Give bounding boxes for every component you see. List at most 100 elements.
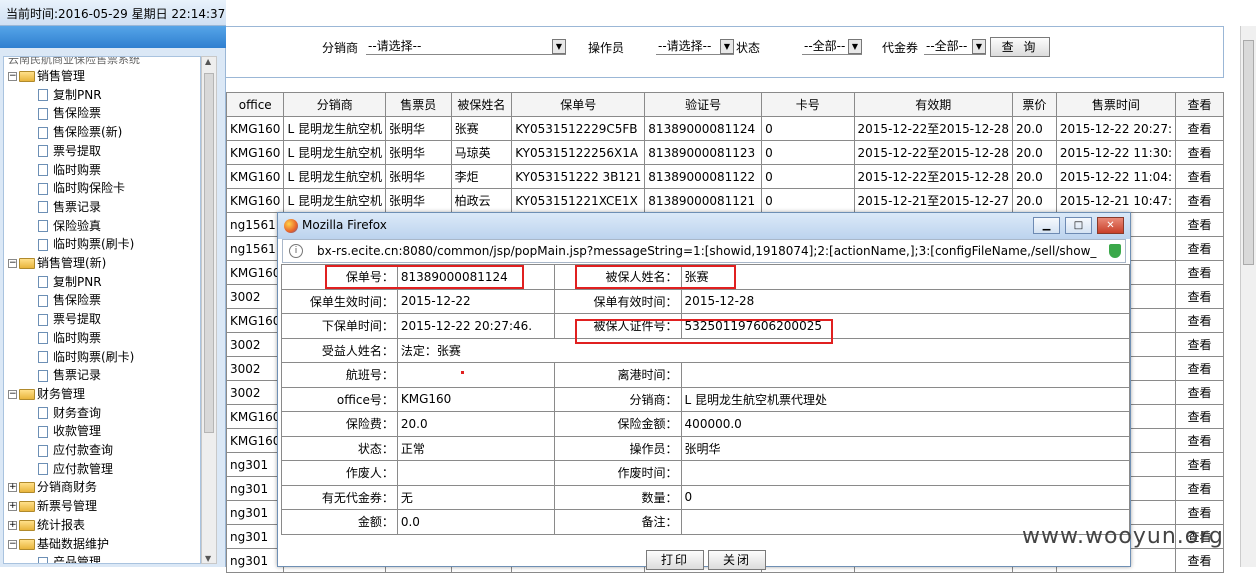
scroll-up-icon[interactable]: ▲ xyxy=(205,57,211,66)
highlight-insured-id xyxy=(575,319,833,344)
table-cell: 20.0 xyxy=(1012,140,1057,165)
view-link[interactable]: 查看 xyxy=(1175,404,1224,429)
status-select[interactable]: --全部-- ▼ xyxy=(802,39,862,55)
table-cell: 81389000081124 xyxy=(644,116,763,141)
voucher-select[interactable]: --全部-- ▼ xyxy=(924,39,986,55)
watermark-text: www.wooyun.org xyxy=(1022,524,1224,549)
tree-item[interactable]: 临时购票(刷卡) xyxy=(38,348,134,366)
tree-item[interactable]: 临时购票 xyxy=(38,161,101,179)
tree-item[interactable]: 财务查询 xyxy=(38,404,101,422)
table-cell: ng301 xyxy=(225,524,285,549)
tree-item-label: 销售管理(新) xyxy=(37,256,107,270)
tree-item[interactable]: 售票记录 xyxy=(38,198,101,216)
tree-item[interactable]: 应付款查询 xyxy=(38,441,113,459)
view-link[interactable]: 查看 xyxy=(1175,332,1224,357)
tree-item[interactable]: 临时购票 xyxy=(38,329,101,347)
tree-item[interactable]: 售保险票 xyxy=(38,291,101,309)
tree-item[interactable]: 票号提取 xyxy=(38,142,101,160)
view-link[interactable]: 查看 xyxy=(1175,308,1224,333)
detail-label: 航班号： xyxy=(281,362,398,388)
table-cell: 2015-12-22 11:30: xyxy=(1055,140,1177,165)
detail-value: 0 xyxy=(680,484,1131,510)
view-link[interactable]: 查看 xyxy=(1175,260,1224,285)
tree-group[interactable]: + 新票号管理 xyxy=(8,497,97,515)
view-link[interactable]: 查看 xyxy=(1175,548,1224,573)
view-link[interactable]: 查看 xyxy=(1175,284,1224,309)
tree-item[interactable]: 售保险票(新) xyxy=(38,123,122,141)
close-button[interactable]: 关闭 xyxy=(708,550,766,570)
detail-value xyxy=(680,362,1131,388)
table-cell: ng301 xyxy=(225,452,285,477)
view-link[interactable]: 查看 xyxy=(1175,476,1224,501)
collapse-icon[interactable]: − xyxy=(8,389,17,399)
view-link[interactable]: 查看 xyxy=(1175,500,1224,525)
tree-scrollbar[interactable]: ▲ ▼ xyxy=(201,56,217,564)
table-cell: KMG160 xyxy=(225,308,285,333)
document-icon xyxy=(38,294,48,307)
maximize-icon[interactable]: □ xyxy=(1065,217,1092,234)
view-link[interactable]: 查看 xyxy=(1175,380,1224,405)
expand-icon[interactable]: + xyxy=(8,483,17,493)
operator-select[interactable]: --请选择-- ▼ xyxy=(656,39,734,55)
collapse-icon[interactable]: − xyxy=(8,259,17,268)
collapse-icon[interactable]: − xyxy=(8,72,17,81)
tree-item[interactable]: 应付款管理 xyxy=(38,460,113,478)
tree-item[interactable]: 售票记录 xyxy=(38,366,101,384)
popup-title-bar[interactable]: Mozilla Firefox xyxy=(278,213,1130,239)
chevron-down-icon[interactable]: ▼ xyxy=(848,39,862,54)
tree-item[interactable]: 临时购票(刷卡) xyxy=(38,235,134,253)
view-link[interactable]: 查看 xyxy=(1175,164,1224,189)
view-link[interactable]: 查看 xyxy=(1175,452,1224,477)
view-link[interactable]: 查看 xyxy=(1175,140,1224,165)
main-scroll-thumb[interactable] xyxy=(1243,40,1254,265)
tree-item[interactable]: 保险验真 xyxy=(38,217,101,235)
query-button[interactable]: 查 询 xyxy=(990,37,1050,57)
view-link[interactable]: 查看 xyxy=(1175,116,1224,141)
distributor-select[interactable]: --请选择-- ▼ xyxy=(366,39,566,55)
collapse-icon[interactable]: − xyxy=(8,539,17,549)
table-cell: 2015-12-22至2015-12-28 xyxy=(853,116,1014,141)
scroll-down-icon[interactable]: ▼ xyxy=(205,554,211,563)
tree-item-label: 收款管理 xyxy=(53,424,102,439)
view-link[interactable]: 查看 xyxy=(1175,428,1224,453)
detail-label: 分销商： xyxy=(553,386,682,412)
tree-item[interactable]: 售保险票 xyxy=(38,104,101,122)
chevron-down-icon[interactable]: ▼ xyxy=(972,39,986,54)
minimize-icon[interactable]: ▁ xyxy=(1033,217,1060,234)
tree-item[interactable]: 产品管理 xyxy=(38,553,101,563)
tree-item[interactable]: 临时购保险卡 xyxy=(38,179,125,197)
tree-item[interactable]: 复制PNR xyxy=(38,273,102,291)
column-header: 被保姓名 xyxy=(450,92,513,117)
status-label: 状态 xyxy=(736,41,761,55)
chevron-down-icon[interactable]: ▼ xyxy=(552,39,566,54)
tree-scroll-thumb[interactable] xyxy=(204,73,214,433)
info-icon[interactable]: i xyxy=(289,244,303,258)
tree-group[interactable]: − 财务管理 xyxy=(8,385,85,403)
expand-icon[interactable]: + xyxy=(8,502,17,512)
tree-item[interactable]: 复制PNR xyxy=(38,86,102,104)
tree-item[interactable]: 票号提取 xyxy=(38,310,101,328)
close-icon[interactable]: ✕ xyxy=(1097,217,1124,234)
column-header: 票价 xyxy=(1012,92,1057,117)
table-cell: L 昆明龙生航空机 xyxy=(283,164,386,189)
tree-group[interactable]: + 分销商财务 xyxy=(8,478,97,496)
url-bar[interactable]: i bx-rs.ecite.cn:8080/common/jsp/popMain… xyxy=(282,239,1126,263)
left-nav-header xyxy=(0,26,226,48)
view-link[interactable]: 查看 xyxy=(1175,188,1224,213)
detail-value: 正常 xyxy=(396,435,555,461)
table-cell: 柏政云 xyxy=(450,188,513,213)
tree-group[interactable]: − 销售管理 xyxy=(8,67,85,85)
view-link[interactable]: 查看 xyxy=(1175,356,1224,381)
view-link[interactable]: 查看 xyxy=(1175,236,1224,261)
expand-icon[interactable]: + xyxy=(8,520,17,530)
url-text: bx-rs.ecite.cn:8080/common/jsp/popMain.j… xyxy=(317,244,1097,258)
firefox-icon xyxy=(284,219,298,233)
main-scrollbar[interactable] xyxy=(1240,26,1256,567)
print-button[interactable]: 打印 xyxy=(646,550,704,570)
tree-group[interactable]: − 基础数据维护 xyxy=(8,535,109,553)
tree-group[interactable]: + 统计报表 xyxy=(8,516,85,534)
chevron-down-icon[interactable]: ▼ xyxy=(720,39,734,54)
tree-item[interactable]: 收款管理 xyxy=(38,422,101,440)
tree-group[interactable]: − 销售管理(新) xyxy=(8,254,106,272)
view-link[interactable]: 查看 xyxy=(1175,212,1224,237)
